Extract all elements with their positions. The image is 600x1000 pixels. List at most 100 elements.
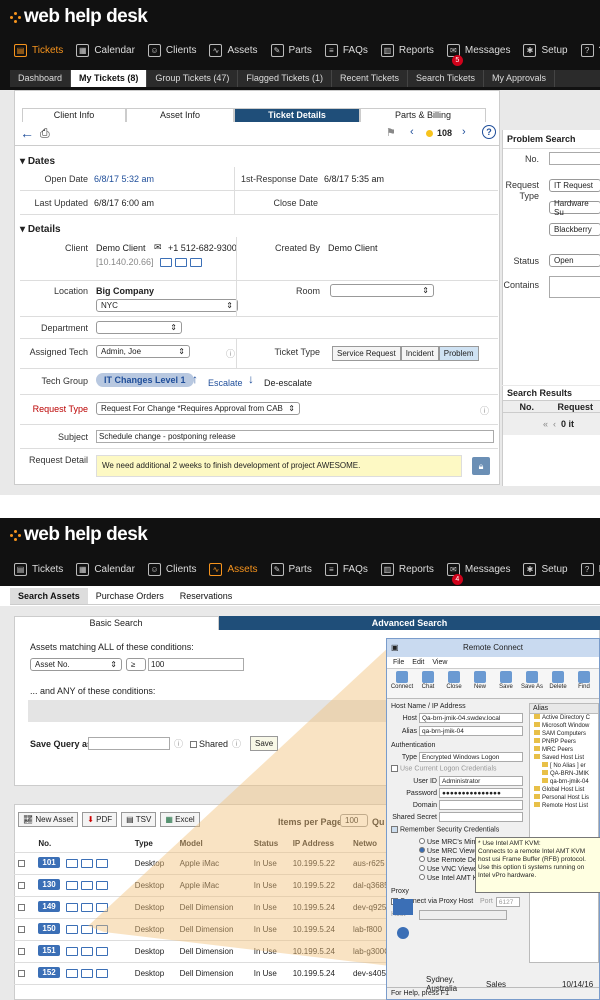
escalate-arrow-icon[interactable]: ↑	[192, 372, 198, 386]
lock-icon[interactable]: 🔒︎	[472, 457, 490, 475]
subject-input[interactable]: Schedule change - postponing release	[96, 430, 494, 443]
tab-parts-billing[interactable]: Parts & Billing	[360, 108, 486, 122]
shared-secret-input[interactable]	[439, 812, 523, 823]
viewer-radio[interactable]	[419, 846, 425, 853]
tab-ticket-details[interactable]: Ticket Details	[234, 108, 360, 122]
nav-tickets[interactable]: ▤ Tickets	[14, 562, 63, 576]
menu-file[interactable]: File	[393, 659, 404, 666]
email-icon[interactable]: ✉	[154, 242, 162, 253]
department-select[interactable]: ⇕	[96, 321, 182, 334]
remember-checkbox[interactable]	[391, 826, 398, 834]
request-type-select[interactable]: Request For Change *Requires Approval fr…	[96, 402, 300, 415]
tree-item[interactable]: MRC Peers	[530, 746, 598, 754]
location-select[interactable]: NYC ⇕	[96, 299, 238, 312]
nav-assets[interactable]: ∿ Assets	[209, 562, 258, 576]
nav-setup[interactable]: ✱ Setup	[523, 562, 568, 576]
tree-item[interactable]: PNRP Peers	[530, 738, 598, 746]
info-icon[interactable]: ⓘ	[226, 347, 235, 360]
nav-faqs[interactable]: ≡ FAQs	[324, 43, 368, 57]
nav-messages[interactable]: ✉ Messages 4	[446, 562, 510, 585]
deescalate-arrow-icon[interactable]: ↓	[248, 372, 254, 386]
tab-asset-info[interactable]: Asset Info	[126, 108, 234, 122]
viewer-radio[interactable]	[419, 873, 425, 880]
search-no-input[interactable]	[549, 152, 600, 165]
print-icon[interactable]: ⎙	[40, 126, 50, 141]
tool-save-as[interactable]: Save As	[521, 671, 543, 696]
nav-clients[interactable]: ☺ Clients	[147, 562, 196, 576]
collapse-icon[interactable]: ▾	[20, 156, 25, 167]
search-contains-input[interactable]	[549, 276, 600, 298]
viewer-radio[interactable]	[419, 855, 425, 862]
remote-title-bar[interactable]: ▣ Remote Connect	[387, 639, 599, 657]
request-detail-text[interactable]: We need additional 2 weeks to finish dev…	[96, 455, 462, 477]
tree-item[interactable]: QA-BRN-JMIK	[530, 770, 598, 778]
deescalate-link[interactable]: De-escalate	[264, 378, 312, 388]
tab-client-info[interactable]: Client Info	[22, 108, 126, 122]
password-input[interactable]: ●●●●●●●●●●●●●●●	[439, 788, 523, 799]
nav-calendar[interactable]: ▦ Calendar	[76, 562, 135, 576]
type-incident[interactable]: Incident	[400, 346, 439, 361]
tool-save[interactable]: Save	[495, 671, 517, 696]
assigned-tech-select[interactable]: Admin, Joe ⇕	[96, 345, 190, 358]
type-problem[interactable]: Problem	[438, 346, 479, 361]
bottom-logo[interactable]: web help desk	[10, 524, 148, 546]
nav-clients[interactable]: ☺ Clients	[147, 43, 196, 57]
room-select[interactable]: ⇕	[330, 284, 434, 297]
search-reqtype-opt-1[interactable]: IT Request	[549, 179, 600, 192]
remote-icon[interactable]	[160, 258, 172, 268]
userid-input[interactable]: Administrator	[439, 776, 523, 787]
viewer-radio[interactable]	[419, 864, 425, 871]
remote-icon[interactable]	[190, 258, 202, 268]
subnav-purchase-orders[interactable]: Purchase Orders	[88, 588, 172, 604]
tree-item[interactable]: Saved Host List	[530, 754, 598, 762]
flag-icon[interactable]: ⚑	[386, 126, 396, 139]
domain-input[interactable]	[439, 800, 523, 811]
first-page-icon[interactable]: «	[543, 419, 548, 429]
back-arrow-icon[interactable]: ←	[20, 125, 34, 141]
port-input[interactable]: 6127	[495, 896, 520, 907]
tech-group-pill[interactable]: IT Changes Level 1	[96, 373, 194, 387]
escalate-link[interactable]: Escalate	[208, 378, 243, 388]
nav-reports[interactable]: ▥ Reports	[380, 562, 434, 576]
subnav-flagged-tickets-[interactable]: Flagged Tickets (1)	[238, 70, 332, 87]
tree-item[interactable]: [ No Alias ] er	[530, 762, 598, 770]
client-name[interactable]: Demo Client	[96, 243, 146, 253]
collapse-icon[interactable]: ▾	[20, 224, 25, 235]
tree-item[interactable]: Microsoft Window	[530, 722, 598, 730]
tree-item[interactable]: Active Directory C	[530, 714, 598, 722]
tool-close[interactable]: Close	[443, 671, 465, 696]
prev-ticket-icon[interactable]: ‹	[410, 126, 414, 138]
menu-edit[interactable]: Edit	[412, 659, 424, 666]
tool-find[interactable]: Find	[573, 671, 595, 696]
subnav-search-assets[interactable]: Search Assets	[10, 588, 88, 604]
nav-parts[interactable]: ✎ Parts	[270, 562, 312, 576]
subnav-dashboard[interactable]: Dashboard	[10, 70, 72, 87]
remote-icon[interactable]	[175, 258, 187, 268]
type-service-request[interactable]: Service Request	[332, 346, 401, 361]
nav-reports[interactable]: ▥ Reports	[380, 43, 434, 57]
host-input[interactable]: Qa-brn-jmik-04.swdev.local	[419, 713, 523, 723]
subnav-my-approvals[interactable]: My Approvals	[484, 70, 556, 87]
prev-page-icon[interactable]: ‹	[553, 419, 556, 429]
search-reqtype-opt-2[interactable]: Hardware Su	[549, 199, 600, 217]
help-circle-icon[interactable]: ?	[482, 125, 496, 139]
subnav-my-tickets-[interactable]: My Tickets (8)	[71, 70, 148, 87]
auth-type-select[interactable]: Encrypted Windows Logon	[419, 752, 523, 762]
nav-messages[interactable]: ✉ Messages 5	[446, 43, 510, 66]
nav-parts[interactable]: ✎ Parts	[270, 43, 312, 57]
top-logo[interactable]: web help desk	[10, 6, 148, 28]
subnav-search-tickets[interactable]: Search Tickets	[408, 70, 485, 87]
menu-view[interactable]: View	[432, 659, 447, 666]
tree-item[interactable]: qa-brn-jmik-04	[530, 778, 598, 786]
tool-connect[interactable]: Connect	[391, 671, 413, 696]
search-status-select[interactable]: Open	[549, 254, 600, 267]
info-icon[interactable]: ⓘ	[480, 404, 489, 417]
nav-faqs[interactable]: ≡ FAQs	[324, 562, 368, 576]
tool-chat[interactable]: Chat	[417, 671, 439, 696]
alias-input[interactable]: qa-brn-jmik-04	[419, 726, 523, 736]
nav-[interactable]: ??	[580, 43, 600, 57]
tree-item[interactable]: Personal Host Lis	[530, 794, 598, 802]
nav-assets[interactable]: ∿ Assets	[209, 43, 258, 57]
tree-item[interactable]: Global Host List	[530, 786, 598, 794]
next-ticket-icon[interactable]: ›	[462, 126, 466, 138]
